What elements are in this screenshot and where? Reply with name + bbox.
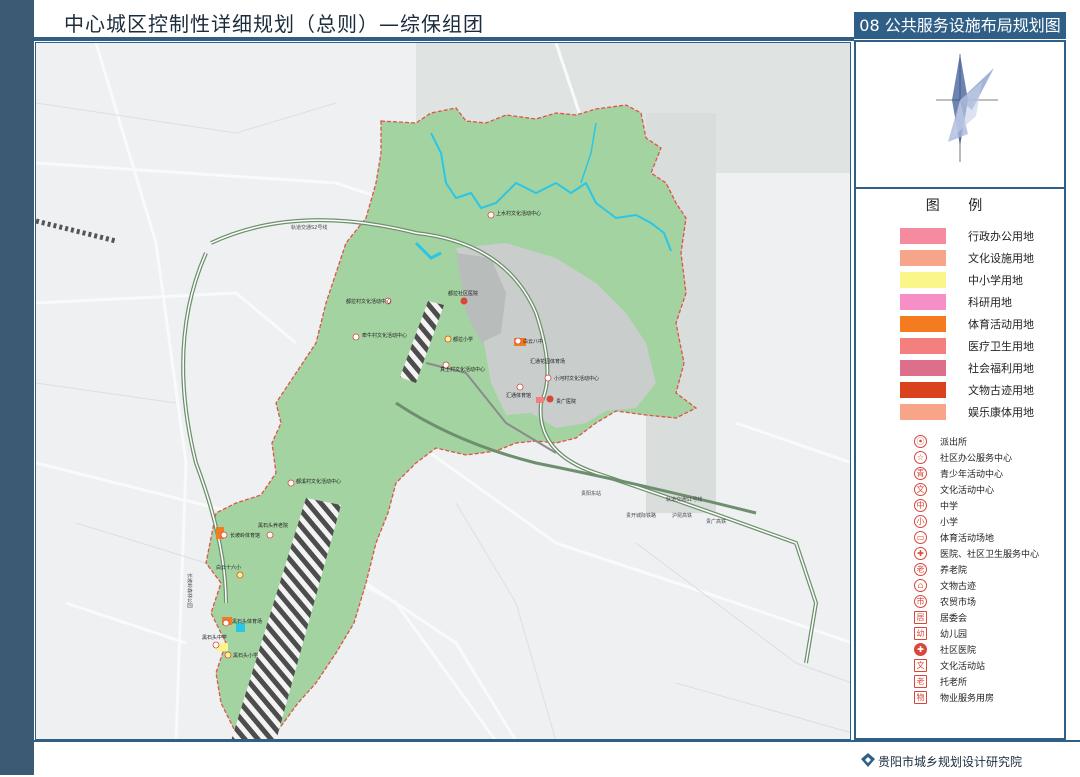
nursing-home-icon: 老 bbox=[914, 563, 927, 576]
market-icon: 市 bbox=[914, 595, 927, 608]
page-title: 中心城区控制性详细规划（总则）—综保组团 bbox=[64, 12, 484, 36]
legend-swatch bbox=[900, 294, 946, 310]
poi-label: 上水村文化活动中心 bbox=[496, 210, 541, 217]
heritage-icon: ⩍ bbox=[914, 579, 927, 592]
legend-swatch bbox=[900, 382, 946, 398]
symbol-label: 医院、社区卫生服务中心 bbox=[940, 550, 1040, 560]
planning-map[interactable]: 轨道交通S2号线 轨道交通S1号线 贵阳东站 贵开城际铁路 沪昆高铁 贵广高铁 … bbox=[36, 43, 851, 740]
culture-station-icon: 文 bbox=[914, 659, 927, 672]
sheet-title: 08 公共服务设施布局规划图 bbox=[854, 12, 1066, 39]
sports-field-icon: ▭ bbox=[914, 531, 927, 544]
legend-swatch bbox=[900, 360, 946, 376]
poi-label: 牵牛村文化活动中心 bbox=[362, 332, 407, 339]
poi-label: 白云十六小 bbox=[216, 564, 241, 571]
legend-swatch bbox=[900, 316, 946, 332]
police-icon: ⦿ bbox=[914, 435, 927, 448]
poi-label: 汇通体育馆 bbox=[506, 392, 531, 399]
symbol-label: 社区医院 bbox=[940, 646, 977, 656]
property-service-icon: 物 bbox=[914, 691, 927, 704]
legend-panel: 图 例 行政办公用地 文化设施用地 中小学用地 科研用地 体育活动用地 医疗卫生… bbox=[854, 40, 1066, 740]
legend-swatch bbox=[900, 250, 946, 266]
symbol-label: 居委会 bbox=[940, 614, 968, 624]
community-office-icon: ☆ bbox=[914, 451, 927, 464]
symbol-label: 文物古迹 bbox=[940, 582, 977, 592]
legend-label: 文化设施用地 bbox=[968, 252, 1034, 265]
legend-swatch bbox=[900, 228, 946, 244]
poi-label: 都溪村文化活动中心 bbox=[296, 478, 341, 485]
kindergarten-icon: 幼 bbox=[914, 627, 927, 640]
legend-swatch bbox=[900, 272, 946, 288]
medical-parcel bbox=[536, 397, 544, 403]
culture-center-icon: 文 bbox=[914, 483, 927, 496]
poi-label: 贵广医院 bbox=[556, 398, 576, 405]
residents-committee-icon: 居 bbox=[914, 611, 927, 624]
middle-school-icon: 中 bbox=[914, 499, 927, 512]
north-arrow bbox=[856, 42, 1064, 189]
legend-label: 中小学用地 bbox=[968, 274, 1023, 287]
forest-park-label: 长坡岭森林公园 bbox=[186, 573, 193, 608]
poi-label: 汇通花园体育场 bbox=[530, 358, 565, 365]
left-accent-bar bbox=[0, 0, 34, 775]
symbol-label: 托老所 bbox=[940, 678, 968, 688]
poi-label: 黑石头养老院 bbox=[258, 522, 288, 529]
symbol-label: 中学 bbox=[940, 502, 959, 512]
legend-label: 科研用地 bbox=[968, 296, 1012, 309]
symbol-label: 文化活动中心 bbox=[940, 486, 995, 496]
symbol-label: 体育活动场地 bbox=[940, 534, 995, 544]
poi-label: 小河村文化活动中心 bbox=[554, 375, 599, 382]
header-rule bbox=[34, 37, 854, 41]
station-label: 贵阳东站 bbox=[581, 490, 601, 497]
hospital-icon: ✚ bbox=[914, 547, 927, 560]
poi-label: 都拉小学 bbox=[453, 336, 473, 343]
rail-label-intercity: 贵开城际铁路 bbox=[626, 512, 656, 519]
rail-label-guiguang: 贵广高铁 bbox=[706, 518, 726, 525]
legend-label: 娱乐康体用地 bbox=[968, 406, 1034, 419]
youth-center-icon: 青 bbox=[914, 467, 927, 480]
symbol-label: 青少年活动中心 bbox=[940, 470, 1004, 480]
symbol-label: 幼儿园 bbox=[940, 630, 968, 640]
symbol-label: 物业服务用房 bbox=[940, 694, 995, 704]
compass-icon bbox=[936, 54, 998, 162]
symbol-label: 养老院 bbox=[940, 566, 968, 576]
rail-label-hukun: 沪昆高铁 bbox=[672, 512, 692, 519]
poi-label: 白云八中 bbox=[523, 338, 543, 345]
poi-label: 长坡岭体育馆 bbox=[230, 532, 260, 539]
legend-label: 体育活动用地 bbox=[968, 318, 1034, 331]
rail-label-s1: 轨道交通S1号线 bbox=[666, 496, 702, 503]
legend-label: 社会福利用地 bbox=[968, 362, 1034, 375]
legend-label: 医疗卫生用地 bbox=[968, 340, 1034, 353]
poi-label: 黑石头中学 bbox=[202, 634, 227, 641]
primary-school-icon: 小 bbox=[914, 515, 927, 528]
poi-label: 真士村文化活动中心 bbox=[440, 366, 485, 373]
poi-label: 黑石头小学 bbox=[233, 652, 258, 659]
poi-label: 黑石头体育场 bbox=[232, 618, 262, 625]
legend-title: 图 例 bbox=[925, 198, 995, 214]
symbol-label: 农贸市场 bbox=[940, 598, 977, 608]
rail-label-s2: 轨道交通S2号线 bbox=[291, 224, 327, 231]
map-canvas[interactable]: 轨道交通S2号线 轨道交通S1号线 贵阳东站 贵开城际铁路 沪昆高铁 贵广高铁 … bbox=[35, 42, 851, 740]
legend-swatch bbox=[900, 404, 946, 420]
legend-swatch bbox=[900, 338, 946, 354]
symbol-label: 派出所 bbox=[940, 438, 968, 448]
institute-logo-icon bbox=[860, 752, 876, 772]
legend-label: 文物古迹用地 bbox=[968, 384, 1034, 397]
symbol-label: 社区办公服务中心 bbox=[940, 454, 1013, 464]
legend-label: 行政办公用地 bbox=[968, 230, 1034, 243]
poi-label: 都拉社区医院 bbox=[448, 290, 478, 297]
poi-label: 都拉村文化活动中心 bbox=[346, 298, 391, 305]
elderly-daycare-icon: 老 bbox=[914, 675, 927, 688]
community-hospital-icon: ✚ bbox=[914, 643, 927, 656]
symbol-label: 文化活动站 bbox=[940, 662, 986, 672]
symbol-label: 小学 bbox=[940, 518, 959, 528]
institute-name: 贵阳市城乡规划设计研究院 bbox=[878, 755, 1023, 769]
